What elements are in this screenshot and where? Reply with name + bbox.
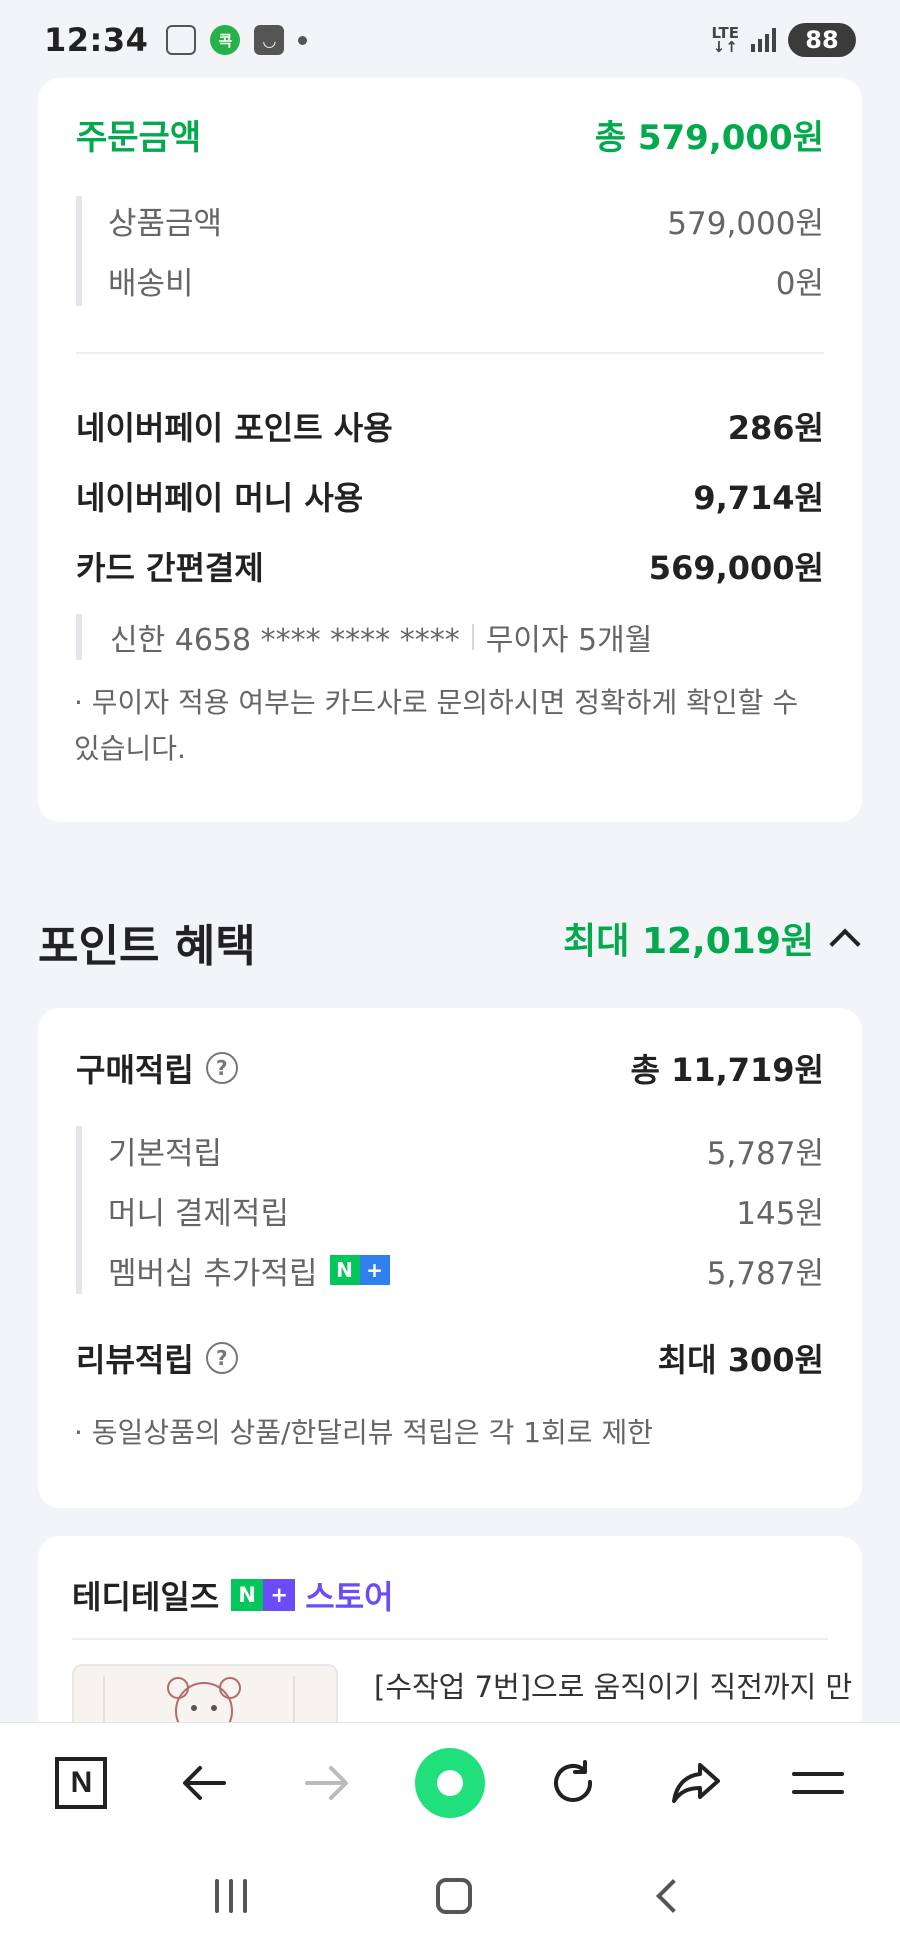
money-reward-label: 머니 결제적립 (108, 1195, 289, 1232)
order-total-row: 주문금액 총 579,000원 (76, 104, 824, 164)
card-info-bar (76, 614, 82, 660)
money-reward-value: 145원 (736, 1195, 824, 1232)
membership-reward-label: 멤버십 추가적립 (108, 1255, 318, 1292)
battery-indicator: 88 (788, 23, 856, 57)
forward-button[interactable] (292, 1748, 362, 1818)
basic-reward-row: 기본적립 5,787원 (108, 1120, 824, 1180)
card-payment-label: 카드 간편결제 (76, 549, 264, 587)
basic-reward-label: 기본적립 (108, 1135, 223, 1172)
review-reward-value: 최대 300원 (657, 1341, 824, 1379)
home-button[interactable] (435, 1878, 472, 1914)
product-price-row: 상품금액 579,000원 (108, 190, 824, 250)
money-use-label: 네이버페이 머니 사용 (76, 479, 364, 517)
naver-plus-badge: N + (329, 1255, 390, 1285)
browser-toolbar: N (0, 1722, 900, 1842)
shipping-row: 배송비 0원 (108, 250, 824, 310)
back-button[interactable] (169, 1748, 239, 1818)
store-card: 테디테일즈 N + 스토어 [수작업 7번]으로 움직이기 직전까지 만 (38, 1536, 862, 1784)
app-notification-icon: 콕 (210, 25, 241, 55)
money-reward-row: 머니 결제적립 145원 (108, 1180, 824, 1240)
menu-button[interactable] (783, 1748, 853, 1818)
naver-n-icon: N (55, 1756, 108, 1809)
divider (76, 352, 824, 354)
card-number: 신한 4658 **** **** **** (110, 623, 460, 658)
shipping-value: 0원 (775, 265, 824, 302)
system-navigation (0, 1842, 900, 1950)
money-use-value: 9,714원 (693, 479, 824, 517)
installment-info: 무이자 5개월 (485, 623, 653, 658)
product-price-label: 상품금액 (108, 205, 223, 242)
store-name: 테디테일즈 (72, 1578, 220, 1616)
help-icon[interactable]: ? (205, 1052, 238, 1084)
separator (471, 624, 474, 650)
share-button[interactable] (661, 1748, 731, 1818)
order-total-label: 주문금액 (76, 117, 202, 158)
card-payment-row: 카드 간편결제 569,000원 (76, 536, 824, 596)
refresh-button[interactable] (538, 1748, 608, 1818)
point-use-row: 네이버페이 포인트 사용 286원 (76, 396, 824, 456)
shipping-label: 배송비 (108, 265, 194, 302)
point-use-value: 286원 (727, 409, 824, 447)
store-notification-icon: ◡ (254, 25, 285, 55)
system-status: LTE ↓↑ 88 (711, 23, 856, 57)
notification-icons: 콕 ◡ (166, 25, 308, 55)
money-use-row: 네이버페이 머니 사용 9,714원 (76, 466, 824, 526)
purchase-reward-total: 총 11,719원 (630, 1051, 824, 1089)
membership-reward-row: 멤버십 추가적립 N + 5,787원 (108, 1240, 824, 1300)
order-summary-card: 주문금액 총 579,000원 상품금액 579,000원 배송비 0원 네이버… (38, 78, 862, 822)
review-reward-label: 리뷰적립 (76, 1341, 194, 1379)
share-icon (671, 1762, 720, 1803)
recents-button[interactable] (214, 1879, 247, 1913)
arrow-left-icon (183, 1765, 227, 1800)
point-benefit-max: 최대 12,019원 (563, 921, 814, 962)
subitem-bar (76, 1126, 82, 1294)
system-back-button[interactable] (656, 1879, 691, 1913)
card-payment-value: 569,000원 (648, 549, 824, 587)
arrow-right-icon (305, 1765, 349, 1800)
store-header[interactable]: 테디테일즈 N + 스토어 (72, 1572, 394, 1618)
more-notifications-dot (298, 35, 308, 45)
status-bar: 12:34 콕 ◡ LTE ↓↑ 88 (0, 0, 900, 80)
review-reward-row: 리뷰적립 ? 최대 300원 (76, 1328, 824, 1388)
green-dot-button[interactable] (414, 1747, 485, 1818)
store-label: 스토어 (305, 1578, 394, 1616)
naver-plus-store-badge: N + (231, 1579, 296, 1611)
green-dot-icon (414, 1747, 485, 1818)
point-benefit-card: 구매적립 ? 총 11,719원 기본적립 5,787원 머니 결제적립 145… (38, 1008, 862, 1508)
installment-note: · 무이자 적용 여부는 카드사로 문의하시면 정확하게 확인할 수 있습니다. (74, 686, 799, 765)
purchase-reward-label: 구매적립 (76, 1051, 194, 1089)
help-icon[interactable]: ? (205, 1342, 238, 1374)
card-info: 신한 4658 **** **** **** 무이자 5개월 (110, 612, 652, 662)
chevron-up-icon (829, 928, 861, 960)
naver-home-button[interactable]: N (46, 1748, 116, 1818)
review-note: · 동일상품의 상품/한달리뷰 적립은 각 1회로 제한 (74, 1416, 653, 1449)
membership-reward-value: 5,787원 (706, 1255, 824, 1292)
point-benefit-title: 포인트 혜택 (38, 921, 256, 972)
divider (72, 1638, 828, 1640)
point-use-label: 네이버페이 포인트 사용 (76, 409, 393, 447)
network-type: LTE ↓↑ (711, 24, 739, 56)
status-time: 12:34 (44, 21, 149, 59)
hamburger-icon (792, 1771, 845, 1794)
product-title[interactable]: [수작업 7번]으로 움직이기 직전까지 만 (374, 1664, 852, 1706)
screenshot-icon (166, 25, 197, 55)
subitem-bar (76, 196, 82, 306)
product-price-value: 579,000원 (667, 205, 824, 242)
order-total-value: 총 579,000원 (594, 117, 824, 158)
refresh-icon (553, 1759, 592, 1802)
signal-icon (751, 28, 776, 52)
basic-reward-value: 5,787원 (706, 1135, 824, 1172)
purchase-reward-row: 구매적립 ? 총 11,719원 (76, 1038, 824, 1098)
point-benefit-toggle[interactable]: 최대 12,019원 (563, 912, 862, 964)
